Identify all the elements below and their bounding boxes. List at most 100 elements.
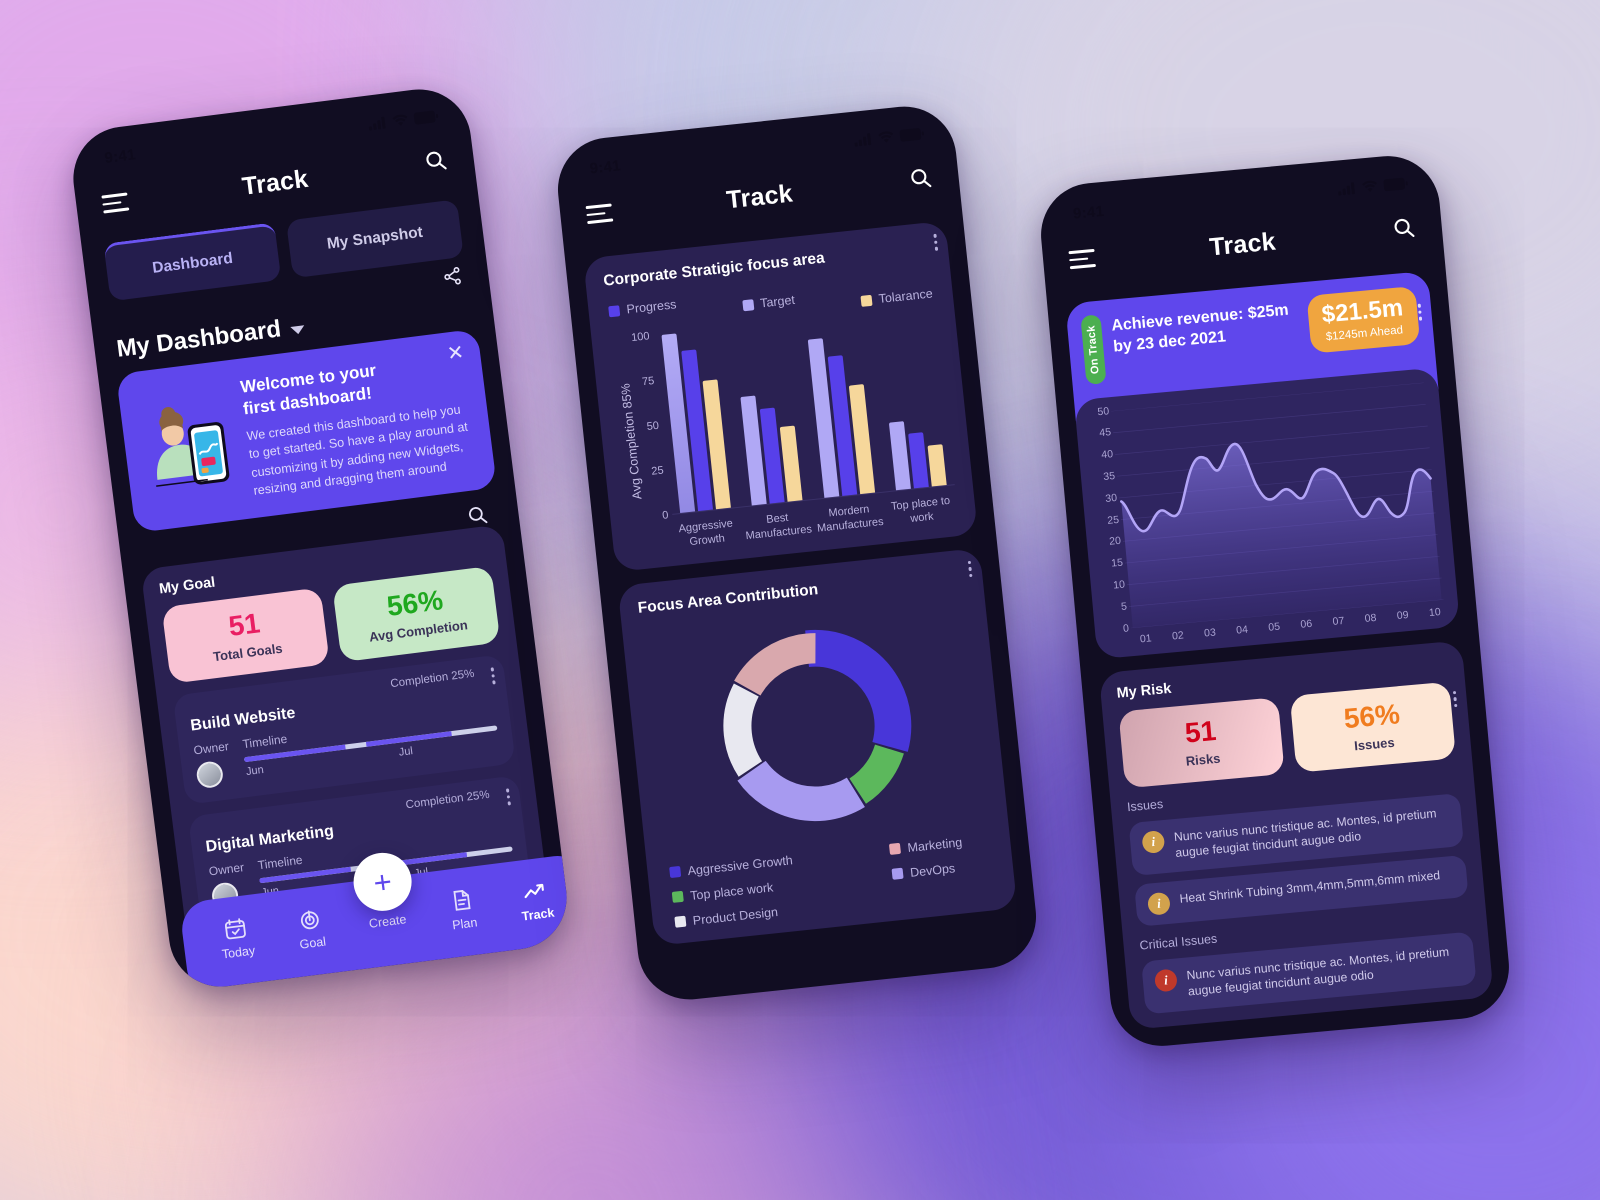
- revenue-amount-pill[interactable]: $21.5m $1245m Ahead: [1306, 286, 1421, 354]
- x-tick-label: 04: [1235, 623, 1249, 637]
- goal-month-end: Jul: [398, 745, 414, 759]
- info-icon: i: [1146, 891, 1171, 916]
- legend-item-aggressive-growth: Aggressive Growth: [669, 853, 793, 880]
- x-tick-label: 06: [1299, 617, 1313, 631]
- search-icon[interactable]: [907, 164, 934, 195]
- search-icon[interactable]: [422, 147, 449, 179]
- kebab-menu-icon[interactable]: [967, 560, 973, 578]
- legend-label: Progress: [625, 297, 678, 317]
- kebab-menu-icon[interactable]: [932, 233, 939, 251]
- status-time: 9:41: [588, 156, 622, 178]
- nav-label: Create: [368, 912, 408, 931]
- legend-label: Product Design: [692, 904, 779, 928]
- phone-track: 9:41 Track On Track Achieve revenue: $25…: [1036, 151, 1514, 1051]
- nav-label: Plan: [451, 914, 479, 932]
- wifi-icon: [392, 114, 408, 126]
- goal-month-start: Jun: [245, 764, 265, 779]
- cellular-icon: [368, 116, 386, 131]
- hamburger-icon[interactable]: [585, 203, 614, 224]
- hamburger-icon[interactable]: [101, 192, 130, 214]
- legend-item-devops: DevOps: [891, 860, 965, 882]
- donut-chart-card: Focus Area Contribution Aggressive Growt…: [617, 547, 1018, 946]
- legend-item-tolarance: Tolarance: [860, 286, 933, 307]
- welcome-illustration: [156, 407, 230, 487]
- revenue-line-chart-card: 50 45 40 35 30 25 20 15 10 50 01 02 03 0…: [1073, 367, 1461, 660]
- kpi-issues-value: 56%: [1342, 697, 1402, 734]
- chevron-down-icon[interactable]: [290, 325, 306, 335]
- goal-owner-label: Owner: [208, 860, 245, 879]
- search-icon[interactable]: [1391, 214, 1418, 245]
- nav-item-track[interactable]: Track: [517, 876, 555, 923]
- bar-group-top-place-to-work: [878, 307, 947, 491]
- share-icon[interactable]: [441, 265, 464, 292]
- x-tick-label: Top place to work: [890, 494, 951, 526]
- kpi-risks-value: 51: [1183, 714, 1218, 749]
- nav-item-create[interactable]: + Create: [350, 849, 416, 931]
- x-tick-label: 07: [1332, 614, 1345, 628]
- status-icons: [368, 110, 439, 131]
- line-chart-area: [1121, 443, 1442, 628]
- trending-up-icon: [524, 883, 544, 898]
- x-tick-label: 03: [1203, 626, 1217, 640]
- x-tick-label: 05: [1267, 620, 1281, 634]
- welcome-card: ✕ Welcome to your first dashboard! We cr…: [115, 328, 498, 534]
- legend-item-target: Target: [741, 292, 796, 312]
- info-icon: i: [1153, 968, 1178, 993]
- target-icon: [300, 909, 319, 929]
- status-icons: [854, 127, 925, 147]
- issue-text: Heat Shrink Tubing 3mm,4mm,5mm,6mm mixed: [1178, 867, 1441, 906]
- kebab-menu-icon[interactable]: [1452, 690, 1458, 708]
- donut-chart-plot: [639, 583, 991, 860]
- nav-item-goal[interactable]: Goal: [295, 905, 327, 951]
- revenue-amount: $21.5m: [1320, 294, 1405, 329]
- nav-item-plan[interactable]: Plan: [448, 886, 478, 932]
- info-icon: i: [1141, 829, 1166, 854]
- bar-group-mordern-manufactures: [805, 315, 875, 498]
- legend-label: DevOps: [909, 860, 956, 880]
- nav-label: Today: [220, 942, 256, 962]
- x-tick-label: 10: [1428, 605, 1442, 619]
- status-badge: On Track: [1080, 314, 1107, 385]
- issue-text: Nunc varius nunc tristique ac. Montes, i…: [1185, 944, 1450, 999]
- nav-label: Goal: [298, 934, 327, 952]
- kpi-issues[interactable]: 56% Issues: [1289, 681, 1456, 773]
- document-icon: [453, 889, 471, 911]
- risk-kpi-row: 51 Risks 56% Issues: [1118, 681, 1456, 789]
- battery-icon: [899, 128, 924, 142]
- hamburger-icon[interactable]: [1068, 249, 1096, 269]
- issue-text: Nunc varius nunc tristique ac. Montes, i…: [1173, 805, 1438, 861]
- x-tick-label: 02: [1171, 629, 1185, 643]
- bar-group-best-manufactures: [733, 322, 803, 506]
- legend-item-top-place-work: Top place work: [671, 878, 796, 905]
- x-tick-label: Best Manufactures: [745, 511, 813, 543]
- nav-label: Track: [520, 905, 556, 924]
- legend-item-product-design: Product Design: [674, 902, 798, 929]
- x-tick-label: Mordern Manufactures: [816, 503, 885, 536]
- kpi-risks[interactable]: 51 Risks: [1118, 696, 1285, 789]
- kpi-avg-completion[interactable]: 56% Avg Completion: [332, 565, 501, 663]
- wifi-icon: [878, 131, 894, 143]
- nav-item-today[interactable]: Today: [217, 914, 256, 962]
- legend-label: Aggressive Growth: [686, 852, 794, 878]
- avatar[interactable]: [195, 760, 225, 790]
- legend-label: Top place work: [689, 879, 774, 903]
- x-tick-label: 01: [1139, 632, 1153, 646]
- cellular-icon: [1338, 182, 1355, 196]
- bar-chart-card: Corporate Stratigic focus area Progress …: [583, 220, 978, 572]
- status-icons: [1337, 177, 1408, 196]
- x-tick-label: 09: [1396, 608, 1410, 622]
- legend-label: Target: [759, 292, 796, 311]
- kebab-menu-icon[interactable]: [1417, 303, 1423, 321]
- kpi-total-goals[interactable]: 51 Total Goals: [161, 587, 330, 684]
- kebab-menu-icon[interactable]: [490, 667, 496, 685]
- my-risk-card: My Risk 51 Risks 56% Issues Issues i Nun…: [1098, 639, 1494, 1030]
- kebab-menu-icon[interactable]: [505, 788, 511, 806]
- x-tick-label: 08: [1364, 611, 1377, 625]
- status-time: 9:41: [1072, 202, 1105, 223]
- line-chart-plot: 50 45 40 35 30 25 20 15 10 50: [1085, 381, 1444, 635]
- close-icon[interactable]: ✕: [446, 342, 465, 366]
- bar-group-aggressive-growth: [661, 330, 731, 514]
- battery-icon: [1383, 177, 1408, 192]
- legend-label: Tolarance: [877, 286, 934, 307]
- legend-item-marketing: Marketing: [889, 835, 963, 857]
